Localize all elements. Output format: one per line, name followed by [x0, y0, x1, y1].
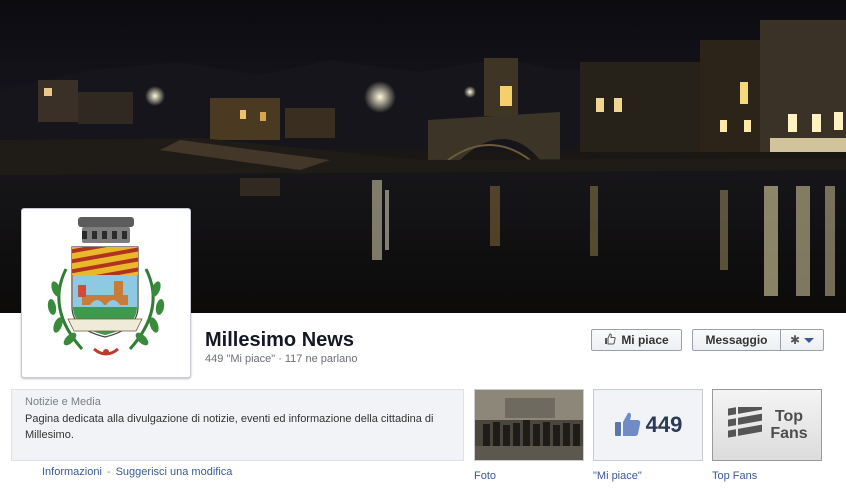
info-link[interactable]: Informazioni: [42, 466, 102, 478]
links-separator: -: [106, 466, 111, 478]
top-fans-tile-label[interactable]: Top Fans: [712, 470, 757, 482]
photo-thumbnail: [475, 390, 583, 460]
stats-separator: ·: [278, 353, 282, 365]
message-button-label: Messaggio: [705, 333, 768, 347]
likes-count-text[interactable]: 449 "Mi piace": [205, 353, 275, 365]
suggest-edit-link[interactable]: Suggerisci una modifica: [116, 466, 233, 478]
top-fans-tile-text: Top Fans: [770, 408, 807, 442]
photos-tile-label[interactable]: Foto: [474, 470, 496, 482]
likes-tile-label[interactable]: "Mi piace": [593, 470, 642, 482]
settings-dropdown-button[interactable]: ✱: [780, 329, 824, 351]
page-category[interactable]: Notizie e Media: [25, 396, 450, 408]
about-links: Informazioni - Suggerisci una modifica: [42, 466, 232, 478]
top-fans-line1: Top: [774, 408, 804, 425]
thumbs-up-icon: [614, 411, 642, 440]
photos-tile[interactable]: [474, 389, 584, 461]
message-button[interactable]: Messaggio: [692, 329, 780, 351]
top-fans-icon: [726, 402, 764, 444]
like-button[interactable]: Mi piace: [591, 329, 682, 351]
like-button-label: Mi piace: [621, 333, 669, 347]
page-description: Pagina dedicata alla divulgazione di not…: [25, 413, 434, 441]
profile-picture[interactable]: [21, 208, 191, 378]
caret-down-icon: [804, 337, 815, 343]
top-fans-line2: Fans: [770, 425, 808, 442]
gear-icon: ✱: [789, 333, 801, 347]
likes-tile[interactable]: 449: [593, 389, 703, 461]
coat-of-arms-logo: [47, 217, 165, 356]
thumbs-up-icon: [604, 332, 616, 348]
talking-about-text: 117 ne parlano: [284, 353, 358, 365]
page-title[interactable]: Millesimo News: [205, 329, 354, 352]
about-box: Notizie e Media Pagina dedicata alla div…: [11, 389, 464, 461]
top-fans-tile[interactable]: Top Fans: [712, 389, 822, 461]
page-stats: 449 "Mi piace" · 117 ne parlano: [205, 353, 357, 365]
likes-tile-count: 449: [645, 412, 683, 437]
